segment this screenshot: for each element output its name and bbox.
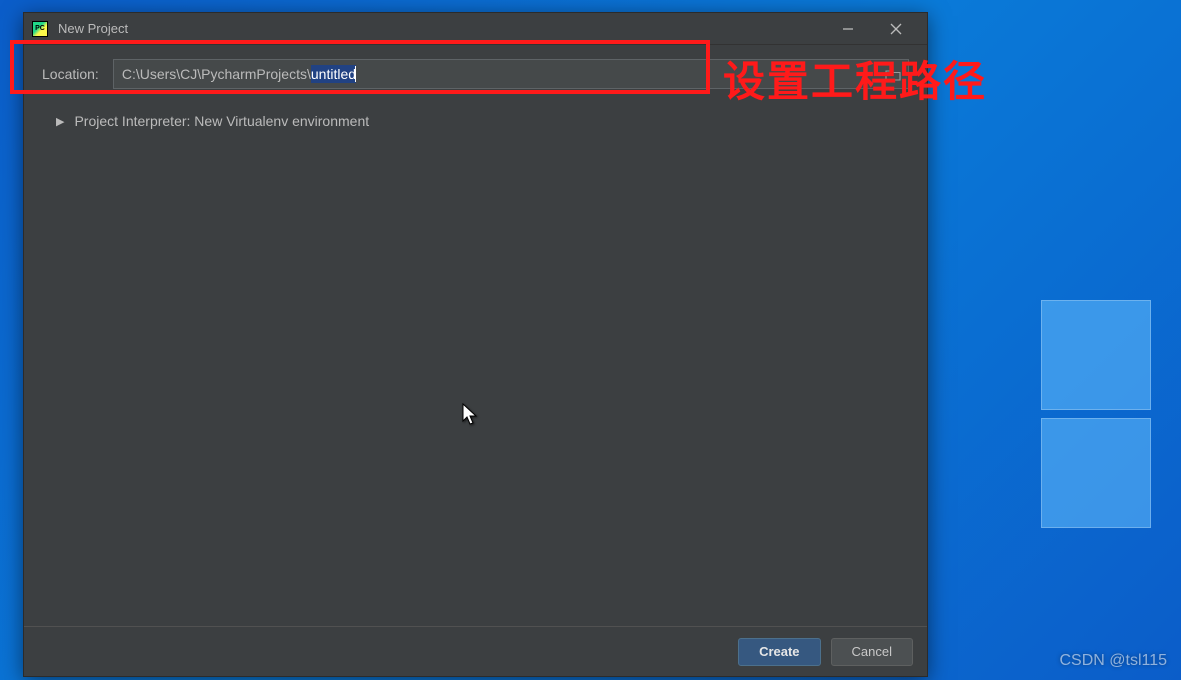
titlebar[interactable]: PC New Project [24, 13, 927, 45]
desktop-tile [1041, 300, 1151, 410]
interpreter-label: Project Interpreter: New Virtualenv envi… [74, 113, 369, 129]
window-title: New Project [58, 21, 833, 36]
new-project-dialog: PC New Project Location: C:\Users\CJ\Pyc… [23, 12, 928, 677]
minimize-button[interactable] [833, 17, 863, 41]
watermark: CSDN @tsl115 [1059, 652, 1167, 670]
create-button[interactable]: Create [738, 638, 820, 666]
close-button[interactable] [881, 17, 911, 41]
pycharm-icon: PC [32, 21, 48, 37]
location-path-prefix: C:\Users\CJ\PycharmProjects\ [122, 66, 311, 82]
desktop-tiles [1041, 300, 1151, 536]
desktop-tile [1041, 418, 1151, 528]
annotation-text: 设置工程路径 [723, 48, 987, 109]
mouse-cursor-icon [462, 403, 480, 432]
chevron-right-icon: ▶ [56, 115, 64, 128]
window-controls [833, 17, 919, 41]
cancel-button[interactable]: Cancel [831, 638, 913, 666]
text-caret [355, 66, 356, 82]
location-label: Location: [42, 66, 99, 82]
interpreter-row[interactable]: ▶ Project Interpreter: New Virtualenv en… [42, 113, 909, 129]
dialog-body: Location: C:\Users\CJ\PycharmProjects\un… [24, 45, 927, 626]
dialog-footer: Create Cancel [24, 626, 927, 676]
location-path-selection: untitled [311, 65, 356, 83]
